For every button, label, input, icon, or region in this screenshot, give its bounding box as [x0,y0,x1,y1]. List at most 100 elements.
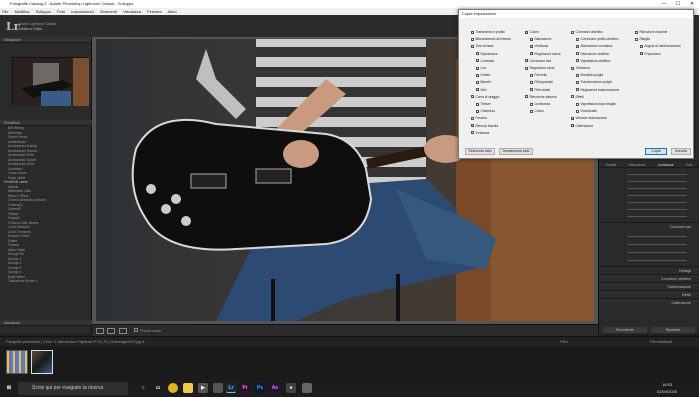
checkmark-icon[interactable]: ✓ [571,124,575,128]
user-preset-item[interactable]: Traslazione Rusteo 1 [0,279,92,284]
chrome-icon[interactable] [168,383,178,393]
dialog-checkbox[interactable]: Ritaglio [635,37,650,41]
checkmark-icon[interactable]: ✓ [471,37,475,41]
menu-foto[interactable]: Foto [57,9,65,14]
dialog-checkbox[interactable]: Trasforma [571,66,590,70]
checkbox-empty-icon[interactable] [576,52,579,56]
menu-strumenti[interactable]: Strumenti [100,9,117,14]
dialog-checkbox[interactable]: Effetti [571,95,584,99]
file-explorer-icon[interactable] [183,383,193,393]
dialog-checkbox[interactable]: ✓Saturazione [530,37,552,41]
checkbox-empty-icon[interactable] [576,73,579,77]
task-view-timeline-icon[interactable]: ▭ [153,383,163,393]
checkbox-empty-icon[interactable] [576,109,579,113]
dialog-checkbox[interactable]: Trasformazioni upright [576,80,612,84]
section-calibration[interactable]: Calibrazione [599,298,699,306]
checkmark-icon[interactable]: ✓ [471,30,475,34]
checkbox-empty-icon[interactable] [471,131,474,135]
close-button[interactable]: ✕ [685,0,699,8]
dialog-checkbox[interactable]: Colore [530,109,544,113]
dialog-checkbox[interactable]: Granulosità [576,109,597,113]
dialog-checkbox[interactable]: Rimozione disturbo [525,95,557,99]
after-effects-icon[interactable]: Ae [270,383,280,393]
checkmark-icon[interactable]: ✓ [530,52,534,56]
hsl-sliders[interactable] [599,168,699,222]
dialog-checkbox[interactable]: ✓Luci [476,66,486,70]
section-transform[interactable]: Trasformazione [599,282,699,290]
reset-button[interactable]: Ripristina [651,327,695,333]
dialog-checkbox[interactable]: Pennello [530,73,547,77]
dialog-checkbox[interactable]: Vignettatura dopo ritaglio [576,102,616,106]
checkmark-icon[interactable]: ✓ [530,45,534,49]
checkmark-icon[interactable]: ✓ [571,117,575,121]
check-none-button[interactable]: Deseleziona tutto [499,148,533,155]
premiere-icon[interactable]: Pr [240,383,250,393]
checkbox-empty-icon[interactable] [530,81,533,85]
clock-time[interactable]: 16:53 [662,382,672,387]
soft-proof-checkbox[interactable] [134,328,138,332]
tab-saturazione[interactable]: Saturazione [628,162,645,167]
media-player-icon[interactable]: ▶ [198,383,208,393]
dialog-checkbox[interactable]: ✓Trattamento e profilo [471,30,505,34]
dialog-checkbox[interactable]: Foschia [471,116,487,120]
dialog-checkbox[interactable]: ✓Tono di base [471,44,494,49]
dialog-checkbox[interactable]: ✓Contrasto [476,59,494,63]
dialog-checkbox[interactable]: ✓Curva di viraggio [471,95,499,99]
dialog-checkbox[interactable]: ✓Rimuovi foschia [471,124,498,128]
photoshop-icon[interactable]: Ps [255,383,265,393]
checkbox-empty-icon[interactable] [576,37,579,41]
dialog-checkbox[interactable]: Correzioni obiettivo [571,30,603,34]
dialog-checkbox[interactable]: Filtri graduati [530,80,553,84]
checkbox-empty-icon[interactable] [530,102,533,106]
checkbox-empty-icon[interactable] [571,95,574,99]
windows-start-icon[interactable]: ⊞ [4,383,14,393]
filmstrip-info[interactable]: Fotografie precedente | 1 foto / 1 selez… [6,340,144,344]
dialog-checkbox[interactable]: ✓Correzione toni [525,59,551,63]
task-view-icon[interactable]: ○ [138,383,148,393]
section-split-toning[interactable]: Divisione toni [599,222,699,230]
dialog-checkbox[interactable]: ✓Neri [476,88,486,92]
navigator-preview[interactable] [12,57,89,106]
checkbox-empty-icon[interactable] [525,66,528,70]
loupe-view-icon[interactable] [96,328,104,334]
dialog-checkbox[interactable]: Correzione profilo obiettivo [576,37,618,41]
copy-button[interactable]: Copia [645,148,667,155]
lightroom-taskbar-icon[interactable]: Lr [226,383,236,393]
dialog-checkbox[interactable]: Proporzioni [640,52,661,56]
tab-tutto[interactable]: Tutto [686,162,693,167]
tab-luminanza[interactable]: Luminanza [658,162,674,167]
checkmark-icon[interactable]: ✓ [471,45,475,49]
before-after-icon[interactable] [107,328,115,334]
section-lens[interactable]: Correzioni obiettivo [599,274,699,282]
checkmark-icon[interactable]: ✓ [476,81,480,85]
dialog-checkbox[interactable]: ✓Chiarezza [476,109,495,113]
menu-modifica[interactable]: Modifica [15,9,30,14]
clock-date[interactable]: 02/04/2020 [657,389,677,394]
dialog-checkbox[interactable]: ✓Regolazioni colore [530,52,561,56]
checkbox-empty-icon[interactable] [576,45,579,49]
dialog-checkbox[interactable]: ✓Vividezza [530,44,548,49]
dialog-checkbox[interactable]: ✓Calibrazione [571,124,593,128]
check-all-button[interactable]: Seleziona tutto [465,148,495,155]
dialog-checkbox[interactable]: Aberrazione cromatica [576,44,612,48]
dialog-checkbox[interactable]: Modalità upright [576,73,603,77]
dialog-checkbox[interactable]: ✓Bianchi [476,80,491,85]
tab-tonalita[interactable]: Tonalità [605,162,616,167]
dialog-checkbox[interactable]: Regolazioni locali [525,66,554,70]
dialog-checkbox[interactable]: ✓Colore [525,30,539,34]
dialog-checkbox[interactable]: ✓Texture [476,102,491,106]
checkmark-icon[interactable]: ✓ [476,88,480,92]
checkbox-empty-icon[interactable] [530,109,533,113]
menu-sviluppo[interactable]: Sviluppo [36,9,51,14]
dialog-checkbox[interactable]: Regolazioni trasformazione [576,88,619,92]
navigator-header[interactable]: Navigatore [0,37,91,43]
menu-visualizza[interactable]: Visualizza [123,9,141,14]
checkmark-icon[interactable]: ✓ [476,66,480,70]
dialog-checkbox[interactable]: Rimozione macchie [635,30,667,34]
checkbox-empty-icon[interactable] [576,59,579,63]
dialog-checkbox[interactable]: ✓Ombre [476,73,490,77]
checkmark-icon[interactable]: ✓ [525,59,529,63]
checkmark-icon[interactable]: ✓ [476,109,480,113]
dialog-checkbox[interactable]: Angolo di raddrizzamento [640,44,681,48]
filmstrip-thumbnail-selected[interactable] [31,350,53,374]
